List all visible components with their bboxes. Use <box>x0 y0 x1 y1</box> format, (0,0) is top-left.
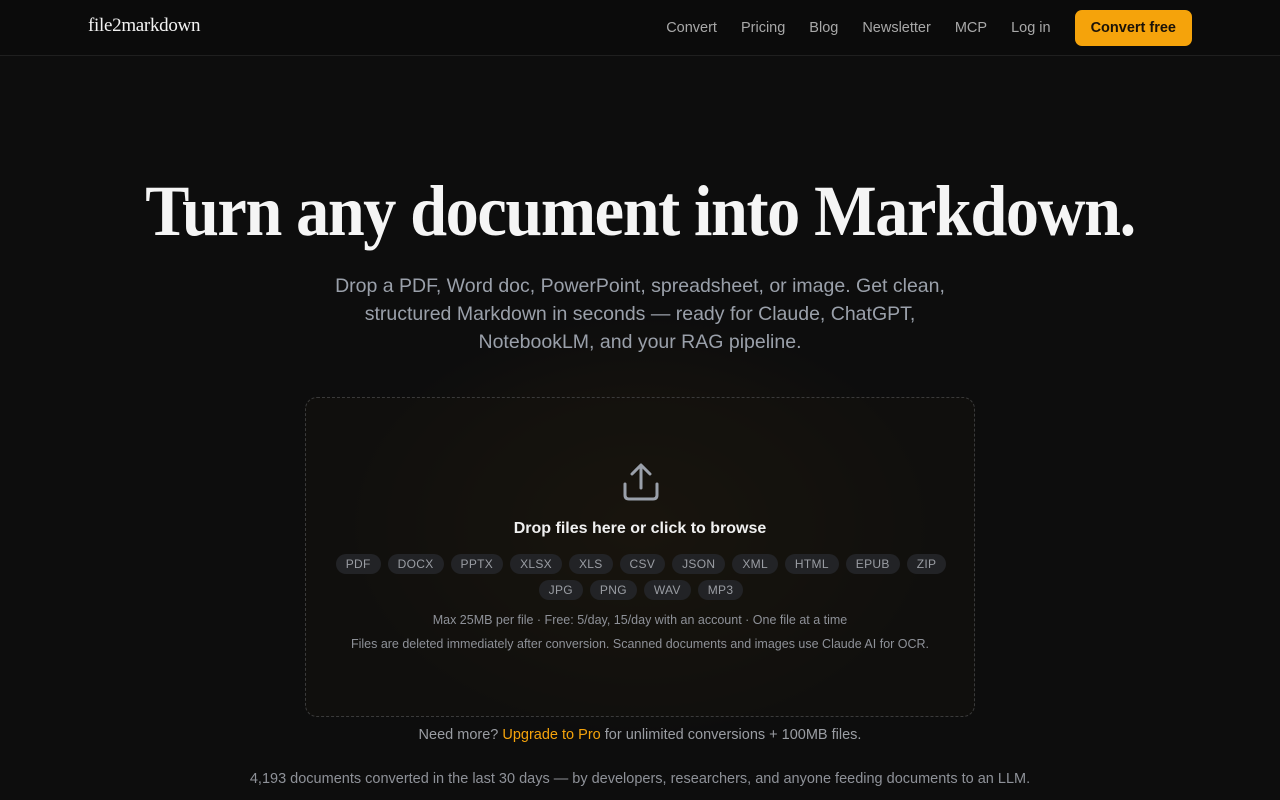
format-chip: JPG <box>538 580 583 600</box>
upgrade-to-pro-link[interactable]: Upgrade to Pro <box>502 727 600 743</box>
format-chip: PNG <box>589 580 637 600</box>
upsell-suffix: for unlimited conversions + 100MB files. <box>604 727 862 743</box>
convert-free-button[interactable]: Convert free <box>1074 10 1192 46</box>
format-chip: MP3 <box>697 580 744 600</box>
format-chip: WAV <box>643 580 691 600</box>
format-chip: JSON <box>672 554 726 574</box>
conversion-stats: 4,193 documents converted in the last 30… <box>249 771 1031 787</box>
format-chip: PDF <box>335 554 381 574</box>
format-chip: ZIP <box>906 554 947 574</box>
nav-links: Convert Pricing Blog Newsletter MCP Log … <box>642 10 1192 46</box>
format-chip: EPUB <box>845 554 900 574</box>
format-chip: PPTX <box>450 554 504 574</box>
format-chip: XML <box>732 554 778 574</box>
nav-link-convert[interactable]: Convert <box>666 20 717 36</box>
format-chip: DOCX <box>387 554 444 574</box>
format-chip: XLS <box>568 554 613 574</box>
nav-link-blog[interactable]: Blog <box>809 20 838 36</box>
top-nav: file2markdown Convert Pricing Blog Newsl… <box>0 0 1280 56</box>
format-chip: XLSX <box>510 554 562 574</box>
hero-title: Turn any document into Markdown. <box>145 171 1136 251</box>
dropzone-title: Drop files here or click to browse <box>513 520 767 537</box>
hero-subtitle: Drop a PDF, Word doc, PowerPoint, spread… <box>335 275 945 353</box>
privacy-note: Files are deleted immediately after conv… <box>350 637 930 651</box>
nav-link-newsletter[interactable]: Newsletter <box>862 20 931 36</box>
format-chip: HTML <box>784 554 839 574</box>
upload-icon <box>623 463 659 501</box>
nav-link-login[interactable]: Log in <box>1011 20 1051 36</box>
upsell-line: Need more? Upgrade to Pro for unlimited … <box>0 727 1280 743</box>
format-chip: CSV <box>619 554 666 574</box>
file-dropzone[interactable]: Drop files here or click to browse PDF D… <box>305 397 975 717</box>
nav-link-pricing[interactable]: Pricing <box>741 20 785 36</box>
upsell-prefix: Need more? <box>418 727 499 743</box>
format-chips: PDF DOCX PPTX XLSX XLS CSV JSON XML HTML… <box>326 554 956 600</box>
logo[interactable]: file2markdown <box>88 15 200 37</box>
upload-limits-note: Max 25MB per file · Free: 5/day, 15/day … <box>432 613 848 627</box>
nav-link-mcp[interactable]: MCP <box>955 20 987 36</box>
